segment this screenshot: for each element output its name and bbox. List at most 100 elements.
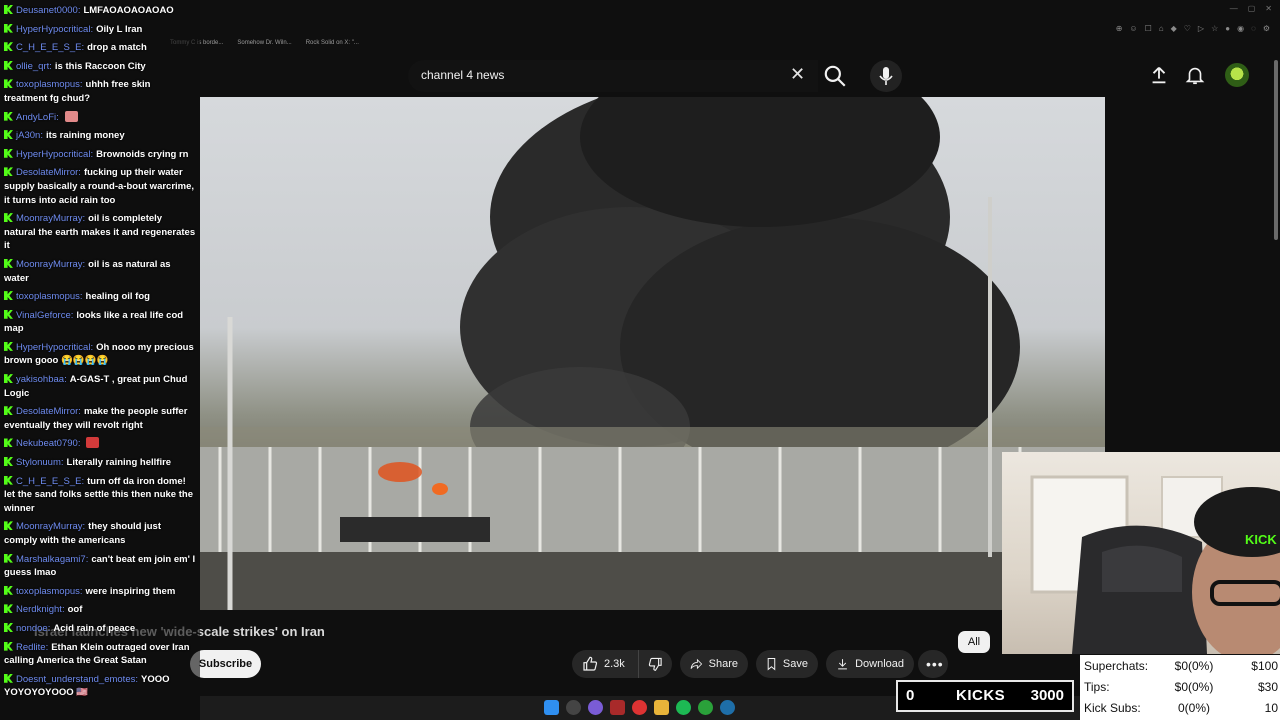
chat-message: DesolateMirrorfucking up their water sup… [4,166,196,207]
more-actions-button[interactable]: ••• [918,650,948,678]
chat-username[interactable]: C_H_E_E_S_E [16,476,87,487]
chat-username[interactable]: Doesnt_understand_emotes [16,674,141,685]
chat-message: DesolateMirrormake the people suffer eve… [4,405,196,432]
subscribe-button[interactable]: Subscribe [190,650,261,678]
share-arrow-icon [690,658,703,670]
kick-badge-icon [4,130,13,140]
filter-chip-all[interactable]: All [958,631,990,653]
file-explorer-icon[interactable] [654,700,669,715]
kick-badge-icon [4,622,13,632]
upload-icon[interactable] [1148,64,1170,86]
chat-username[interactable]: yakisohbaa [16,374,70,385]
video-player[interactable] [200,97,1105,610]
webcam-streamer-scene: KICK [1030,475,1280,654]
steam-icon[interactable] [720,700,735,715]
chat-username[interactable]: Redlite [16,642,51,653]
chat-username[interactable]: DesolateMirror [16,406,84,417]
xbox-icon[interactable] [698,700,713,715]
chat-username[interactable]: toxoplasmopus [16,291,86,302]
chat-username[interactable]: toxoplasmopus [16,586,86,597]
chat-username[interactable]: ollie_qrt [16,61,55,72]
kick-badge-icon [4,641,13,651]
kicks-target: 3000 [1030,687,1064,704]
chat-username[interactable]: HyperHypocritical [16,149,96,160]
chat-message-text: its raining money [45,130,125,142]
chat-username[interactable]: Nerdknight [16,604,68,615]
chat-username[interactable]: MoonrayMurray [16,213,88,224]
browser-tab[interactable]: Somehow Dr. Wiln... [237,40,291,52]
chat-username[interactable]: Stylonuum [16,457,67,468]
chat-message-text: Oily L Iran [96,23,143,35]
chat-message: Nekubeat0790 [4,437,196,451]
windows-start-icon[interactable] [544,700,559,715]
notification-bell-icon[interactable] [1184,64,1206,86]
chat-message: Nerdknightoof [4,603,196,617]
live-chat-overlay: Deusanet0000LMFAOAOAOAOAO HyperHypocritic… [0,0,200,720]
hat-kick-logo: KICK [1245,532,1277,547]
share-button[interactable]: Share [680,650,748,678]
window-controls[interactable]: — ▢ ✕ [1230,4,1272,13]
chat-username[interactable]: DesolateMirror [16,167,84,178]
donation-row-kick-subs: Kick Subs: 0(0%) 10 [1084,701,1278,715]
kick-badge-icon [4,604,13,614]
taskbar-icons [544,700,735,715]
chat-username[interactable]: HyperHypocritical [16,24,96,35]
thumbs-down-icon [648,657,662,671]
chat-message: RedliteEthan Klein outraged over Iran ca… [4,641,196,668]
chat-message: MoonrayMurrayoil is completely natural t… [4,212,196,253]
microphone-button[interactable] [870,60,902,92]
browser-tab[interactable]: Rock Solid on X: "... [306,40,359,52]
chat-username[interactable]: toxoplasmopus [16,79,86,90]
spotify-icon[interactable] [676,700,691,715]
clear-search-icon[interactable]: ✕ [790,64,805,85]
kick-badge-icon [4,406,13,416]
save-button[interactable]: Save [756,650,818,678]
chat-message-text: is this Raccoon City [54,60,146,72]
chat-username[interactable]: nondoe [16,623,53,634]
page-scrollbar[interactable] [1274,60,1278,240]
chat-username[interactable]: Deusanet0000 [16,5,83,16]
download-label: Download [855,658,904,670]
chat-username[interactable]: MoonrayMurray [16,521,88,532]
chat-username[interactable]: HyperHypocritical [16,342,96,353]
chat-username[interactable]: Nekubeat0790 [16,438,83,449]
chat-message-text: oof [67,604,83,616]
kick-badge-icon [4,148,13,158]
like-button[interactable]: 2.3k [572,650,638,678]
chat-username[interactable]: VinalGeforce [16,310,76,321]
chat-username[interactable]: AndyLoFi [16,112,62,123]
chrome-icon[interactable] [632,700,647,715]
chat-message: AndyLoFi [4,110,196,125]
download-button[interactable]: Download [826,650,914,678]
microphone-icon [879,67,893,85]
chat-username[interactable]: Marshalkagami7 [16,554,91,565]
chat-username[interactable]: C_H_E_E_S_E [16,42,87,53]
chat-message: nondoeAcid rain of peace [4,622,196,636]
kicks-goal-bar: 0 KICKS 3000 [896,680,1074,712]
kick-badge-icon [4,213,13,223]
donation-row-tips: Tips: $0(0%) $30 [1084,680,1278,694]
chat-message: Deusanet0000LMFAOAOAOAOAO [4,4,196,18]
search-taskbar-icon[interactable] [566,700,581,715]
obs-icon[interactable] [588,700,603,715]
kick-badge-icon [4,475,13,485]
search-icon[interactable] [822,63,848,89]
kick-badge-icon [4,309,13,319]
kick-badge-icon [4,60,13,70]
chat-message: toxoplasmopusuhhh free skin treatment fg… [4,78,196,105]
kick-badge-icon [4,585,13,595]
chat-username[interactable]: jA30n [16,130,46,141]
kick-badge-icon [4,5,13,14]
account-avatar[interactable] [1225,63,1249,87]
search-query-text[interactable]: channel 4 news [421,68,504,82]
chat-message: MoonrayMurrayoil is as natural as water [4,258,196,285]
dislike-button[interactable] [638,650,672,678]
recording-app-icon[interactable] [610,700,625,715]
chat-message-text: were inspiring them [85,585,176,597]
browser-extension-icons[interactable]: ⊕ ☺ ☐ ⌂ ◆ ♡ ▷ ☆ ● ◉ ◌ ⚙ [1116,24,1270,33]
kick-badge-icon [4,167,13,177]
kick-badge-icon [4,438,13,448]
kick-badge-icon [4,521,13,531]
chat-message: HyperHypocriticalOh nooo my precious bro… [4,341,196,368]
chat-username[interactable]: MoonrayMurray [16,259,88,270]
